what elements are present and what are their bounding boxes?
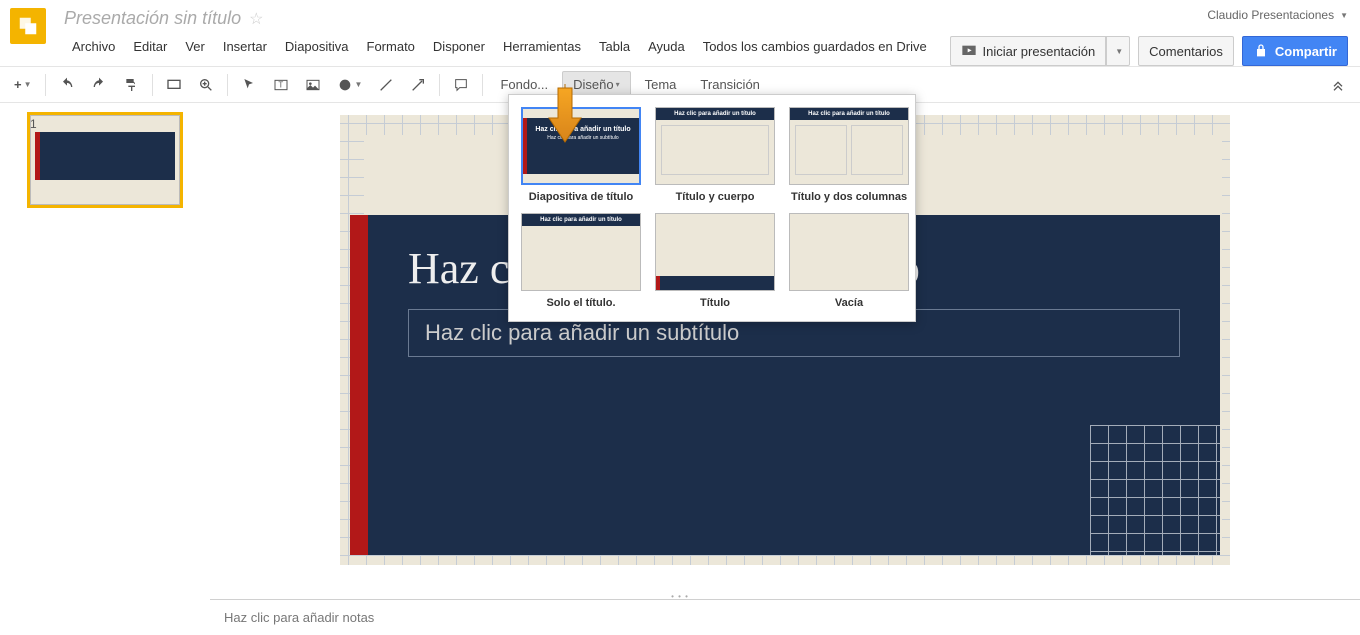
- star-icon[interactable]: ☆: [249, 9, 263, 29]
- layout-option-title[interactable]: Título: [655, 213, 775, 309]
- slide-panel: 1: [0, 103, 210, 593]
- layout-popup: Haz clic para añadir un títuloHaz clic p…: [508, 94, 916, 322]
- redo-button[interactable]: [85, 72, 113, 98]
- select-tool[interactable]: [235, 72, 263, 98]
- menu-edit[interactable]: Editar: [125, 35, 175, 58]
- layout-option-blank[interactable]: Vacía: [789, 213, 909, 309]
- menu-format[interactable]: Formato: [359, 35, 423, 58]
- present-button[interactable]: Iniciar presentación: [950, 36, 1107, 66]
- menu-arrange[interactable]: Disponer: [425, 35, 493, 58]
- account-menu[interactable]: Claudio Presentaciones▼: [1207, 8, 1348, 22]
- undo-button[interactable]: [53, 72, 81, 98]
- app-logo[interactable]: [10, 8, 46, 44]
- menu-view[interactable]: Ver: [177, 35, 213, 58]
- svg-text:T: T: [278, 80, 283, 89]
- slide-number: 1: [30, 117, 37, 131]
- zoom-button[interactable]: [192, 72, 220, 98]
- layout-option-title-slide[interactable]: Haz clic para añadir un títuloHaz clic p…: [521, 107, 641, 203]
- zoom-fit-button[interactable]: [160, 72, 188, 98]
- play-icon: [961, 43, 977, 59]
- notes-area: • • • Haz clic para añadir notas: [0, 593, 1360, 635]
- line-tool[interactable]: [372, 72, 400, 98]
- share-button[interactable]: Compartir: [1242, 36, 1348, 66]
- comments-button[interactable]: Comentarios: [1138, 36, 1234, 66]
- layout-option-two-columns[interactable]: Haz clic para añadir un título Título y …: [789, 107, 909, 203]
- present-dropdown[interactable]: ▼: [1106, 36, 1130, 66]
- menu-help[interactable]: Ayuda: [640, 35, 693, 58]
- paint-format-button[interactable]: [117, 72, 145, 98]
- collapse-toolbar-button[interactable]: [1324, 72, 1352, 98]
- shape-tool[interactable]: ▼: [331, 72, 369, 98]
- image-tool[interactable]: [299, 72, 327, 98]
- menu-slide[interactable]: Diapositiva: [277, 35, 357, 58]
- slide-thumbnail-1[interactable]: [30, 115, 180, 205]
- menu-table[interactable]: Tabla: [591, 35, 638, 58]
- menu-file[interactable]: Archivo: [64, 35, 123, 58]
- speaker-notes[interactable]: Haz clic para añadir notas: [210, 599, 1360, 635]
- save-status: Todos los cambios guardados en Drive: [695, 35, 935, 58]
- comment-tool[interactable]: [447, 72, 475, 98]
- menu-tools[interactable]: Herramientas: [495, 35, 589, 58]
- top-right-controls: Claudio Presentaciones▼ Iniciar presenta…: [950, 8, 1348, 66]
- arrow-tool[interactable]: [404, 72, 432, 98]
- layout-option-title-body[interactable]: Haz clic para añadir un título Título y …: [655, 107, 775, 203]
- menu-insert[interactable]: Insertar: [215, 35, 275, 58]
- layout-option-title-only[interactable]: Haz clic para añadir un título Solo el t…: [521, 213, 641, 309]
- lock-icon: [1253, 43, 1269, 59]
- new-slide-button[interactable]: +▼: [8, 72, 38, 97]
- textbox-tool[interactable]: T: [267, 72, 295, 98]
